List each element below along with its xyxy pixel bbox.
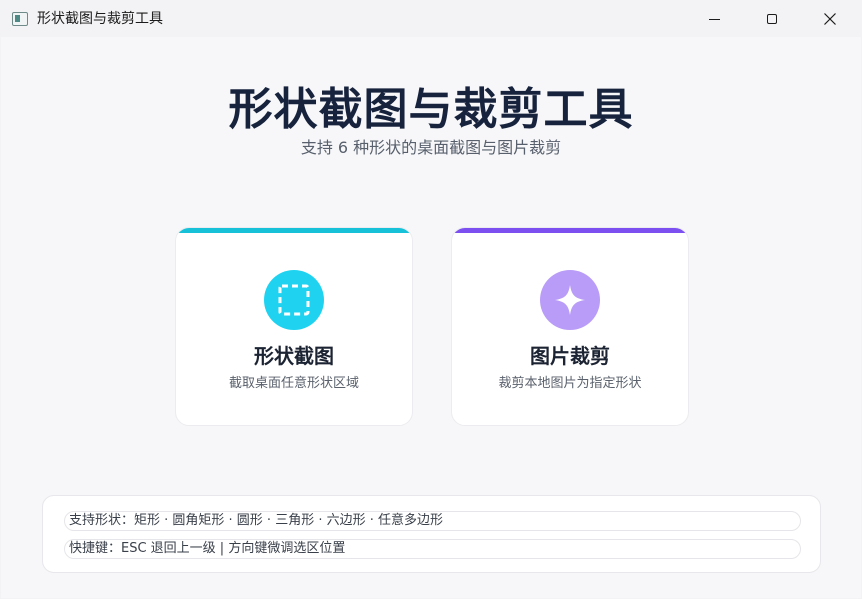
- maximize-button[interactable]: [743, 1, 801, 37]
- supported-shapes-text: 支持形状：矩形 · 圆角矩形 · 圆形 · 三角形 · 六边形 · 任意多边形: [64, 511, 801, 531]
- card-icon-circle: [540, 270, 600, 330]
- close-button[interactable]: [801, 1, 859, 37]
- window-title: 形状截图与裁剪工具: [37, 11, 163, 27]
- maximize-icon: [767, 14, 777, 24]
- close-icon: [824, 13, 836, 25]
- card-description: 裁剪本地图片为指定形状: [498, 376, 642, 391]
- card-description: 截取桌面任意形状区域: [228, 376, 359, 391]
- shortcuts-text: 快捷键：ESC 退回上一级 | 方向键微调选区位置: [64, 539, 801, 559]
- minimize-icon: [708, 18, 720, 20]
- title-bar[interactable]: 形状截图与裁剪工具: [1, 1, 861, 37]
- page-subtitle: 支持 6 种形状的桌面截图与图片裁剪: [300, 138, 562, 157]
- card-accent-bar: [176, 228, 412, 233]
- sparkle-icon: [555, 285, 585, 315]
- minimize-button[interactable]: [685, 1, 743, 37]
- card-title: 形状截图: [254, 344, 334, 368]
- page-title: 形状截图与裁剪工具: [228, 84, 634, 135]
- app-window: 形状截图与裁剪工具 形状截图与裁剪工具 支持 6 种形状的桌面截图与图片裁剪 形…: [1, 1, 861, 598]
- card-icon-circle: [264, 270, 324, 330]
- info-panel: 支持形状：矩形 · 圆角矩形 · 圆形 · 三角形 · 六边形 · 任意多边形 …: [42, 495, 821, 573]
- card-accent-bar: [452, 228, 688, 233]
- dashed-selection-icon: [278, 284, 310, 316]
- card-title: 图片裁剪: [530, 344, 610, 368]
- app-icon: [12, 12, 28, 26]
- image-crop-card[interactable]: 图片裁剪 裁剪本地图片为指定形状: [451, 227, 689, 426]
- shape-screenshot-card[interactable]: 形状截图 截取桌面任意形状区域: [175, 227, 413, 426]
